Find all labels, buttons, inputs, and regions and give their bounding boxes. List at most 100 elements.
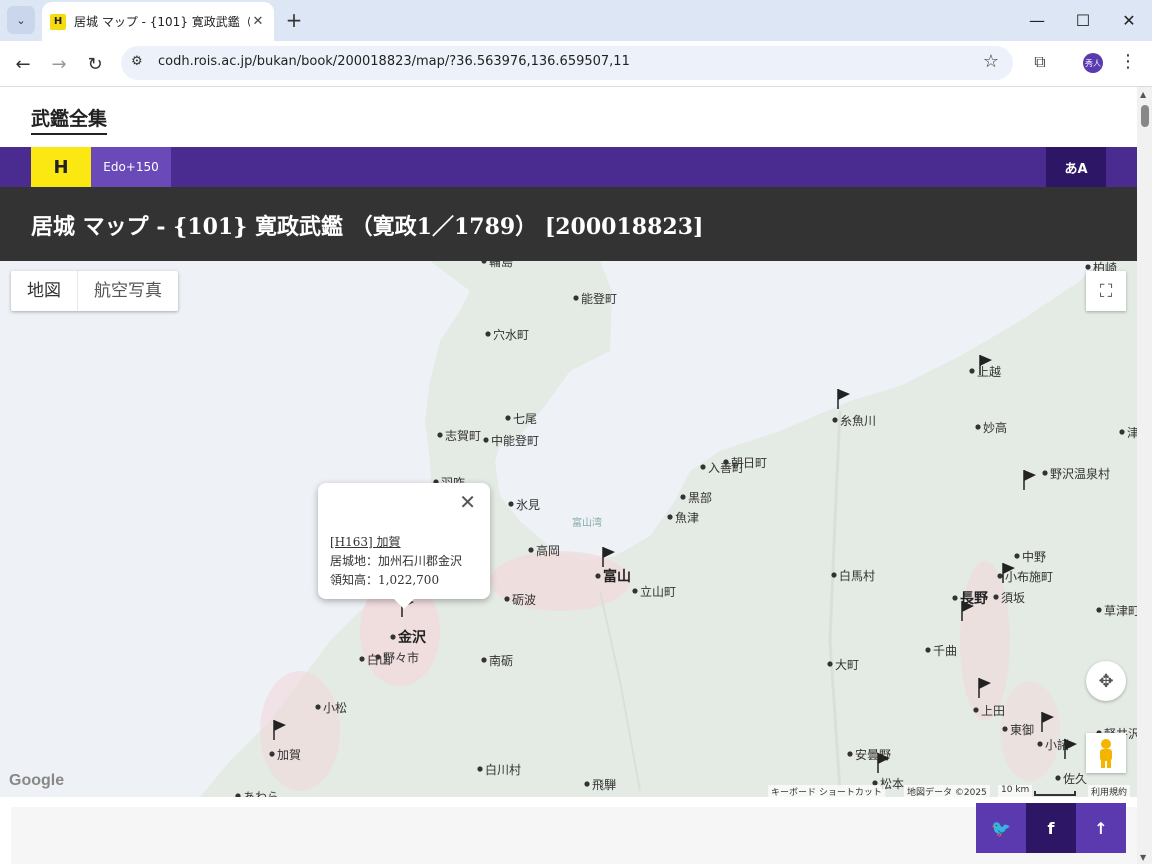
close-window-button[interactable]: ✕ bbox=[1106, 0, 1152, 40]
castle-flag-icon[interactable] bbox=[978, 678, 991, 698]
place-dot bbox=[1042, 470, 1048, 476]
place-dot bbox=[437, 432, 443, 438]
place-marker: 中野 bbox=[1014, 549, 1046, 564]
browser-menu-icon[interactable]: ⋮ bbox=[1118, 51, 1138, 75]
place-dot bbox=[973, 707, 979, 713]
extensions-icon[interactable]: ⧉ bbox=[1028, 50, 1052, 74]
new-tab-button[interactable]: + bbox=[282, 8, 306, 32]
castle-flag-icon[interactable] bbox=[837, 389, 850, 409]
place-marker: 輪島 bbox=[481, 261, 513, 269]
scroll-thumb[interactable] bbox=[1141, 105, 1149, 127]
castle-flag-icon[interactable] bbox=[273, 720, 286, 740]
minimize-button[interactable]: — bbox=[1014, 0, 1060, 40]
map-canvas[interactable]: 富山湾 能登町 穴水町 七尾 志賀町 中能登町 氷見 高岡 富山 立山町 魚津 黒部 入善町 朝日町 糸魚… bbox=[0, 261, 1137, 797]
place-marker: 南砺 bbox=[481, 653, 513, 668]
close-icon[interactable]: ✕ bbox=[459, 492, 476, 512]
place-marker: 小松 bbox=[315, 701, 347, 715]
twitter-icon: 🐦 bbox=[991, 818, 1011, 838]
place-label: 砺波 bbox=[512, 593, 536, 607]
place-label: 野々市 bbox=[383, 650, 419, 665]
place-dot bbox=[584, 781, 590, 787]
place-marker: 大町 bbox=[827, 658, 859, 672]
scale-label[interactable]: 10 km bbox=[998, 785, 1033, 797]
place-label: 能登町 bbox=[581, 291, 617, 306]
place-label: 志賀町 bbox=[445, 429, 481, 443]
street-view-pegman[interactable] bbox=[1086, 733, 1126, 773]
place-dot bbox=[485, 331, 491, 337]
place-dot bbox=[632, 588, 638, 594]
place-label: 白馬村 bbox=[839, 568, 875, 583]
place-label: 小布施町 bbox=[1005, 570, 1053, 584]
place-marker: 飛騨 bbox=[584, 777, 616, 792]
place-marker: 金沢 bbox=[390, 629, 427, 646]
place-label: 糸魚川 bbox=[840, 414, 876, 428]
tab-search-button[interactable]: ⌄ bbox=[7, 6, 35, 34]
place-dot bbox=[680, 494, 686, 500]
place-label: 上田 bbox=[981, 704, 1005, 718]
url-text[interactable]: codh.rois.ac.jp/bukan/book/200018823/map… bbox=[158, 54, 630, 69]
scroll-top-button[interactable]: ↑ bbox=[1076, 803, 1126, 853]
site-info-icon[interactable]: ⚙ bbox=[131, 54, 143, 69]
place-dot bbox=[952, 595, 958, 601]
browser-tab[interactable]: H 居城 マップ - {101} 寛政武鑑（寛 ✕ bbox=[42, 2, 274, 41]
reload-button[interactable]: ↻ bbox=[81, 50, 109, 78]
facebook-share-button[interactable]: f bbox=[1026, 803, 1076, 853]
site-logo[interactable]: H bbox=[31, 147, 91, 187]
place-label: 妙高 bbox=[983, 420, 1007, 435]
castle-flag-icon[interactable] bbox=[1041, 712, 1054, 732]
place-dot bbox=[595, 573, 601, 579]
scroll-up-icon[interactable]: ▲ bbox=[1140, 90, 1146, 99]
map-type-roadmap-button[interactable]: 地図 bbox=[11, 271, 77, 311]
arrow-up-icon: ↑ bbox=[1094, 818, 1108, 838]
page-scrollbar[interactable]: ▲ ▼ bbox=[1137, 87, 1152, 864]
scroll-down-icon[interactable]: ▼ bbox=[1140, 853, 1146, 862]
tab-title: 居城 マップ - {101} 寛政武鑑（寛 bbox=[74, 15, 250, 29]
browser-titlebar: ⌄ H 居城 マップ - {101} 寛政武鑑（寛 ✕ + — ☐ ✕ bbox=[0, 0, 1152, 41]
map-camera-control[interactable]: ✥ bbox=[1086, 661, 1126, 701]
twitter-share-button[interactable]: 🐦 bbox=[976, 803, 1026, 853]
terms-link[interactable]: 利用規約 bbox=[1088, 785, 1131, 797]
move-arrows-icon: ✥ bbox=[1098, 670, 1114, 692]
maximize-button[interactable]: ☐ bbox=[1060, 0, 1106, 40]
place-marker: 加賀 bbox=[269, 748, 301, 762]
facebook-icon: f bbox=[1047, 818, 1055, 838]
place-label: 南砺 bbox=[489, 653, 513, 668]
place-label: あわら bbox=[243, 790, 279, 797]
castle-link[interactable]: [H163] 加賀 bbox=[330, 533, 478, 552]
bookmark-star-icon[interactable]: ☆ bbox=[983, 51, 999, 72]
chevron-down-icon: ⌄ bbox=[16, 13, 26, 27]
edo150-logo[interactable]: Edo+150 bbox=[91, 147, 171, 187]
place-label: 千曲 bbox=[933, 644, 957, 658]
forward-button[interactable]: → bbox=[45, 50, 73, 78]
castle-flag-icon[interactable] bbox=[1064, 739, 1077, 759]
place-marker: 富山 bbox=[595, 568, 631, 585]
castle-flag-icon[interactable] bbox=[602, 547, 615, 567]
site-title-link[interactable]: 武鑑全集 bbox=[31, 104, 108, 135]
map-type-satellite-button[interactable]: 航空写真 bbox=[77, 271, 178, 311]
keyboard-shortcuts-link[interactable]: キーボード ショートカット bbox=[768, 785, 885, 797]
place-dot bbox=[700, 464, 706, 470]
place-dot bbox=[925, 647, 931, 653]
address-bar[interactable]: ⚙ codh.rois.ac.jp/bukan/book/200018823/m… bbox=[121, 46, 1013, 80]
place-label: 氷見 bbox=[516, 498, 540, 512]
place-marker: 穴水町 bbox=[485, 327, 529, 342]
castle-flag-icon[interactable] bbox=[1023, 470, 1036, 490]
place-dot bbox=[504, 596, 510, 602]
place-label: 高岡 bbox=[536, 543, 560, 558]
close-tab-icon[interactable]: ✕ bbox=[250, 14, 266, 29]
language-button[interactable]: あA bbox=[1046, 147, 1106, 187]
place-dot bbox=[375, 654, 381, 660]
fullscreen-button[interactable]: ⛶ bbox=[1086, 271, 1126, 311]
place-dot bbox=[1055, 775, 1061, 781]
place-label: 富山 bbox=[603, 568, 631, 585]
place-marker: 志賀町 bbox=[437, 429, 481, 443]
place-label: 東御 bbox=[1010, 722, 1034, 737]
back-button[interactable]: ← bbox=[9, 50, 37, 78]
place-label: 穴水町 bbox=[493, 327, 529, 342]
place-marker: 野沢温泉村 bbox=[1042, 467, 1110, 481]
place-label: 佐久 bbox=[1063, 772, 1087, 786]
place-dot bbox=[235, 793, 241, 797]
place-marker: 妙高 bbox=[975, 420, 1007, 435]
place-dot bbox=[667, 514, 673, 520]
profile-avatar[interactable]: 秀人 bbox=[1083, 53, 1103, 73]
